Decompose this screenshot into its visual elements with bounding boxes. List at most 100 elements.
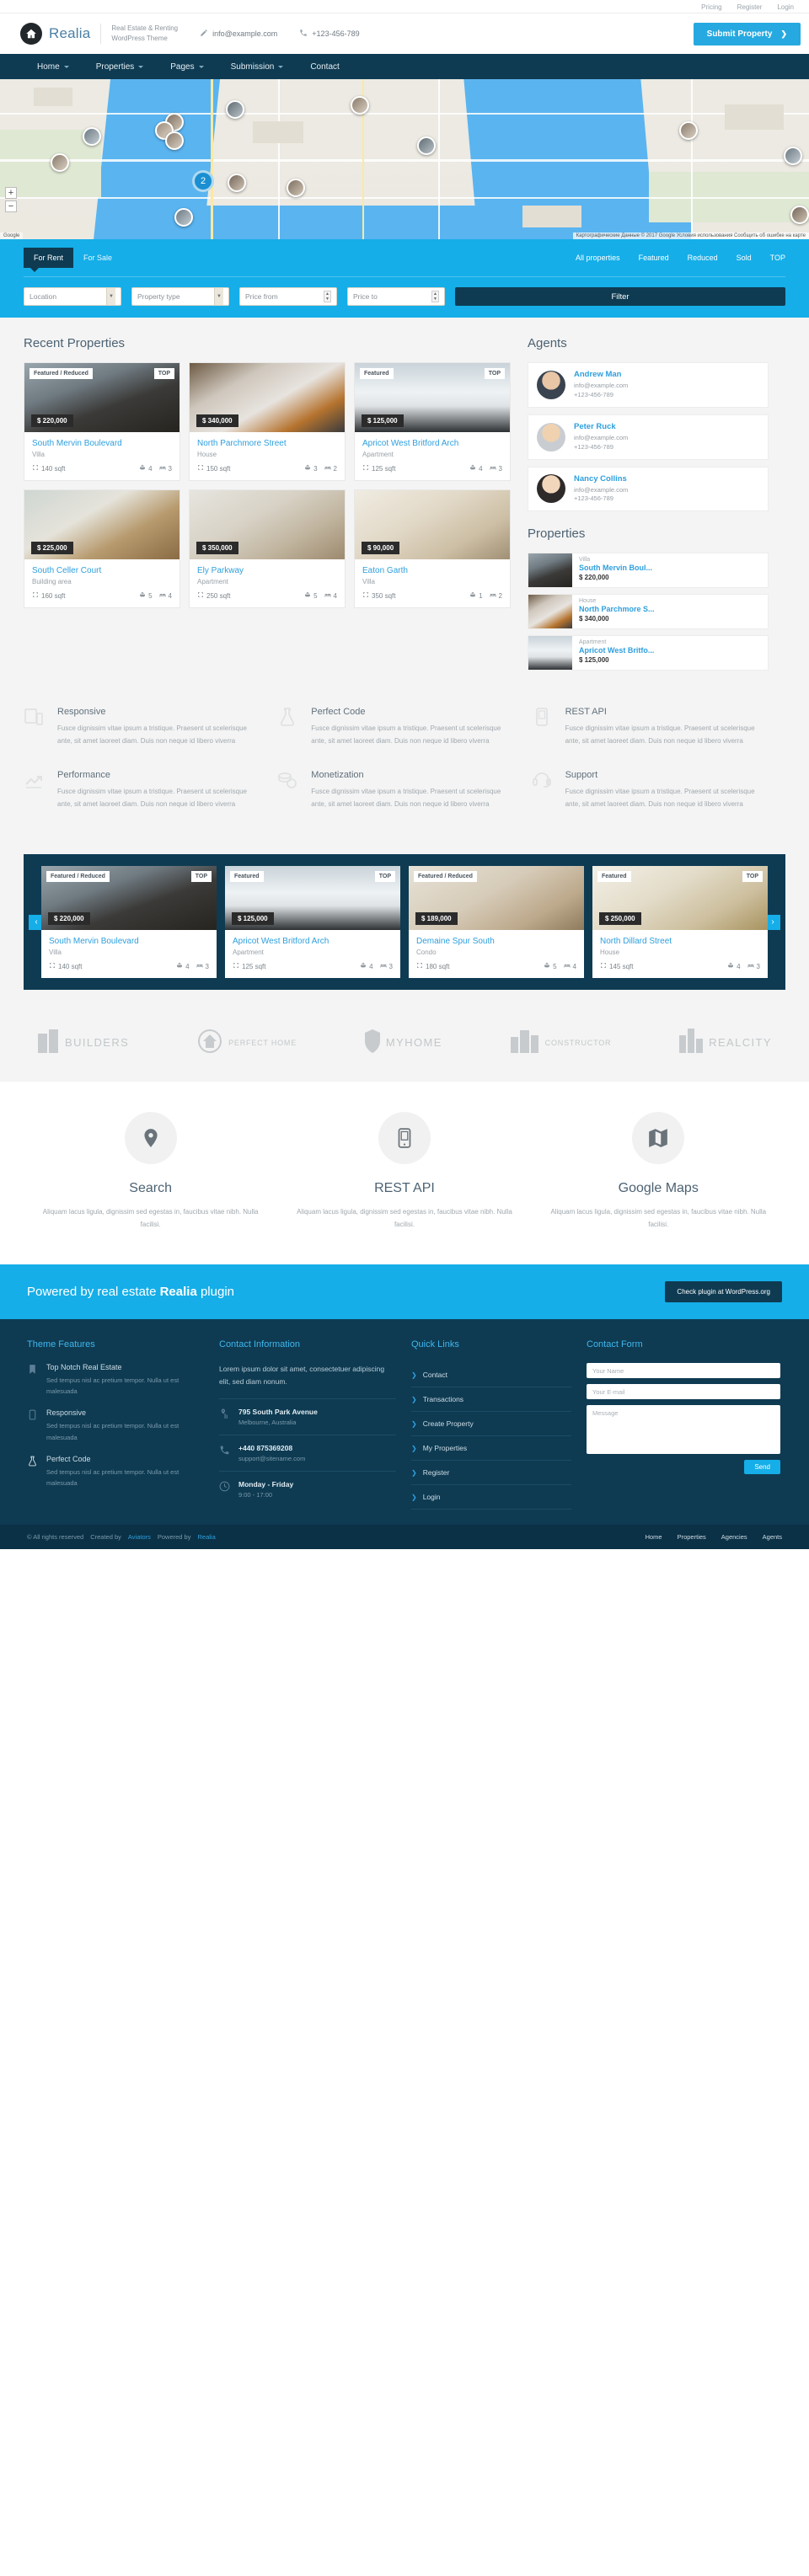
map-property-pin[interactable] xyxy=(226,100,244,119)
filter-link-all-properties[interactable]: All properties xyxy=(576,254,620,262)
agent-name[interactable]: Peter Ruck xyxy=(574,422,628,431)
map-property-pin[interactable] xyxy=(165,131,184,150)
agent-card[interactable]: Andrew Man info@example.com +123-456-789 xyxy=(528,362,769,408)
map-cluster-marker[interactable]: 2 xyxy=(192,170,214,192)
property-card[interactable]: $ 90,000 Eaton Garth Villa 350 sqft 1 2 xyxy=(354,489,511,608)
nav-item-home[interactable]: Home xyxy=(24,54,83,79)
area-icon xyxy=(32,464,39,473)
map-property-pin[interactable] xyxy=(417,136,436,155)
property-title[interactable]: Apricot West Britford Arch xyxy=(233,937,393,946)
created-by-link[interactable]: Aviators xyxy=(128,1533,151,1541)
property-title[interactable]: Eaton Garth xyxy=(362,566,502,575)
agent-card[interactable]: Peter Ruck info@example.com +123-456-789 xyxy=(528,414,769,460)
footer-link-register[interactable]: ❯ Register xyxy=(411,1461,571,1486)
brand-constructor[interactable]: CONSTRUCTOR xyxy=(510,1029,612,1056)
map-property-pin[interactable] xyxy=(679,121,698,140)
filter-link-featured[interactable]: Featured xyxy=(639,254,669,262)
powered-by-link[interactable]: Realia xyxy=(197,1533,215,1541)
carousel-property-card[interactable]: Featured TOP $ 250,000 North Dillard Street… xyxy=(592,866,768,979)
property-title[interactable]: South Mervin Boulevard xyxy=(32,439,172,448)
property-title[interactable]: North Parchmore Street xyxy=(197,439,337,448)
filter-link-reduced[interactable]: Reduced xyxy=(688,254,718,262)
map-property-pin[interactable] xyxy=(784,147,802,165)
agent-card[interactable]: Nancy Collins info@example.com +123-456-78… xyxy=(528,466,769,512)
footer-nav-home[interactable]: Home xyxy=(646,1533,662,1541)
sidebar-property-title[interactable]: South Mervin Boul... xyxy=(579,564,652,572)
header-phone[interactable]: +123-456-789 xyxy=(299,29,360,39)
footer-nav-properties[interactable]: Properties xyxy=(678,1533,706,1541)
brand-myhome[interactable]: MYHOME xyxy=(364,1029,442,1056)
property-title[interactable]: North Dillard Street xyxy=(600,937,760,946)
carousel-property-card[interactable]: Featured / Reduced TOP $ 220,000 South Merv… xyxy=(41,866,217,979)
sidebar-property-item[interactable]: Villa South Mervin Boul... $ 220,000 xyxy=(528,553,769,589)
filter-tab-for-sale[interactable]: For Sale xyxy=(73,248,122,268)
property-title[interactable]: Apricot West Britford Arch xyxy=(362,439,502,448)
map-property-pin[interactable] xyxy=(228,174,246,192)
property-title[interactable]: Ely Parkway xyxy=(197,566,337,575)
contact-form-message-input[interactable]: Message xyxy=(587,1405,780,1455)
footer-nav-agents[interactable]: Agents xyxy=(763,1533,782,1541)
agent-name[interactable]: Nancy Collins xyxy=(574,474,628,484)
price-from-stepper[interactable]: ▲ ▼ xyxy=(324,291,331,302)
footer-nav-agencies[interactable]: Agencies xyxy=(721,1533,747,1541)
property-title[interactable]: South Celler Court xyxy=(32,566,172,575)
map-property-pin[interactable] xyxy=(83,127,101,146)
carousel-property-card[interactable]: Featured TOP $ 125,000 Apricot West Britfor… xyxy=(225,866,400,979)
carousel-property-card[interactable]: Featured / Reduced $ 189,000 Demaine Spur … xyxy=(409,866,584,979)
map-zoom-out-button[interactable]: − xyxy=(5,200,17,212)
property-card[interactable]: $ 225,000 South Celler Court Building area… xyxy=(24,489,180,608)
price-from-input[interactable]: Price from ▲ ▼ xyxy=(239,287,337,306)
map-property-pin[interactable] xyxy=(790,206,809,224)
property-title[interactable]: Demaine Spur South xyxy=(416,937,576,946)
sidebar-property-title[interactable]: Apricot West Britfo... xyxy=(579,646,654,655)
agent-name[interactable]: Andrew Man xyxy=(574,370,628,379)
sidebar-property-item[interactable]: House North Parchmore S... $ 340,000 xyxy=(528,594,769,630)
footer-link-transactions[interactable]: ❯ Transactions xyxy=(411,1387,571,1413)
filter-link-sold[interactable]: Sold xyxy=(737,254,752,262)
map-property-pin[interactable] xyxy=(351,96,369,115)
contact-form-send-button[interactable]: Send xyxy=(744,1460,780,1475)
topbar-link-login[interactable]: Login xyxy=(777,3,794,11)
contact-form-name-input[interactable]: Your Name xyxy=(587,1363,780,1379)
map-property-pin[interactable] xyxy=(51,153,69,172)
price-to-stepper[interactable]: ▲ ▼ xyxy=(431,291,439,302)
building-icon xyxy=(37,1029,59,1056)
property-card[interactable]: $ 340,000 North Parchmore Street House 150 … xyxy=(189,362,346,481)
property-card[interactable]: $ 350,000 Ely Parkway Apartment 250 sqft 5 4 xyxy=(189,489,346,608)
submit-property-button[interactable]: Submit Property ❯ xyxy=(693,22,801,45)
property-map[interactable]: 2 + − Картографические Данные © 2017 Goo… xyxy=(0,79,809,239)
map-property-pin[interactable] xyxy=(287,179,305,197)
price-to-input[interactable]: Price to ▲ ▼ xyxy=(347,287,445,306)
check-plugin-button[interactable]: Check plugin at WordPress.org xyxy=(665,1281,782,1303)
brand-name[interactable]: Realia xyxy=(49,25,90,42)
property-title[interactable]: South Mervin Boulevard xyxy=(49,937,209,946)
brand-builders[interactable]: BUILDERS xyxy=(37,1029,129,1056)
property-card[interactable]: Featured TOP $ 125,000 Apricot West Britfor… xyxy=(354,362,511,481)
nav-item-contact[interactable]: Contact xyxy=(297,54,352,79)
nav-item-pages[interactable]: Pages xyxy=(157,54,217,79)
filter-tab-for-rent[interactable]: For Rent xyxy=(24,248,74,272)
brand-perfect-home[interactable]: PERFECT HOME xyxy=(197,1029,297,1056)
footer-link-login[interactable]: ❯ Login xyxy=(411,1485,571,1510)
map-zoom-in-button[interactable]: + xyxy=(5,187,17,199)
header-email[interactable]: info@example.com xyxy=(200,29,277,39)
topbar-link-register[interactable]: Register xyxy=(737,3,763,11)
brand-realcity[interactable]: REALCITY xyxy=(679,1029,772,1056)
contact-form-email-input[interactable]: Your E-mail xyxy=(587,1384,780,1400)
filter-submit-button[interactable]: Filter xyxy=(455,287,785,306)
footer-link-create-property[interactable]: ❯ Create Property xyxy=(411,1412,571,1437)
location-select[interactable]: Location ▼ xyxy=(24,287,121,306)
filter-link-top[interactable]: TOP xyxy=(770,254,785,262)
property-type-select[interactable]: Property type ▼ xyxy=(131,287,229,306)
sidebar-property-item[interactable]: Apartment Apricot West Britfo... $ 125,000 xyxy=(528,635,769,671)
footer-link-contact[interactable]: ❯ Contact xyxy=(411,1363,571,1388)
logo-home-icon[interactable] xyxy=(20,23,42,45)
footer-link-my-properties[interactable]: ❯ My Properties xyxy=(411,1436,571,1462)
feature-item: Perfect Code Fusce dignissim vitae ipsum … xyxy=(277,707,531,748)
map-property-pin[interactable] xyxy=(174,208,193,227)
sidebar-property-title[interactable]: North Parchmore S... xyxy=(579,605,655,613)
topbar-link-pricing[interactable]: Pricing xyxy=(701,3,721,11)
property-card[interactable]: Featured / Reduced TOP $ 220,000 South Merv… xyxy=(24,362,180,481)
nav-item-submission[interactable]: Submission xyxy=(217,54,297,79)
nav-item-properties[interactable]: Properties xyxy=(83,54,158,79)
